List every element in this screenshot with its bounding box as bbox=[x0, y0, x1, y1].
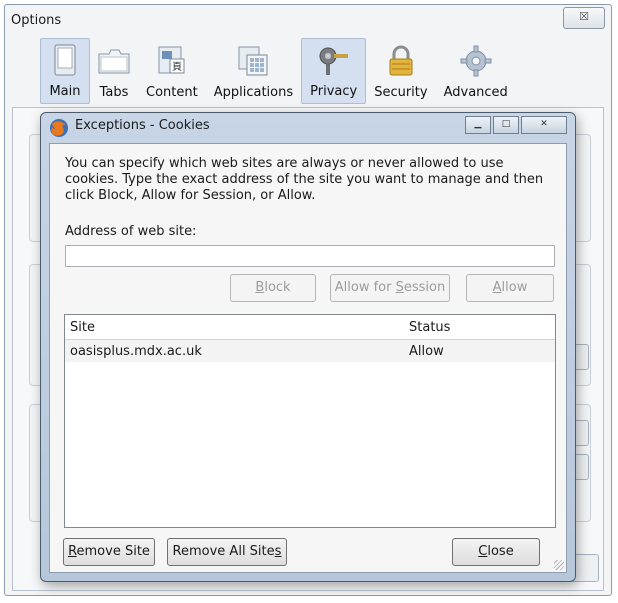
site-cell: oasisplus.mdx.ac.uk bbox=[70, 344, 202, 359]
options-title: Options bbox=[11, 13, 62, 28]
dialog-close-button[interactable]: ✕ bbox=[521, 116, 567, 134]
tab-content[interactable]: 頁 Content bbox=[138, 38, 206, 104]
table-row[interactable]: oasisplus.mdx.ac.uk Allow bbox=[65, 340, 555, 362]
cookie-exceptions-dialog: Exceptions - Cookies ▁ □ ✕ You can speci… bbox=[40, 112, 576, 582]
tab-tabs-label: Tabs bbox=[99, 85, 129, 100]
tab-advanced-label: Advanced bbox=[443, 85, 508, 100]
sites-table[interactable]: Site Status oasisplus.mdx.ac.uk Allow bbox=[64, 314, 556, 528]
tab-applications-label: Applications bbox=[213, 85, 294, 100]
tab-advanced[interactable]: Advanced bbox=[436, 38, 516, 104]
tab-privacy[interactable]: Privacy bbox=[301, 38, 367, 104]
tab-security-label: Security bbox=[374, 85, 428, 100]
privacy-icon bbox=[318, 44, 350, 76]
content-icon: 頁 bbox=[156, 45, 188, 77]
tab-content-label: Content bbox=[146, 85, 198, 100]
status-cell: Allow bbox=[409, 344, 444, 359]
close-icon: ☒ bbox=[579, 10, 589, 23]
tabs-icon bbox=[98, 45, 130, 77]
close-icon: ✕ bbox=[540, 119, 548, 129]
dialog-description: You can specify which web sites are alwa… bbox=[65, 156, 544, 203]
firefox-logo-icon bbox=[49, 118, 69, 138]
maximize-icon: □ bbox=[501, 119, 511, 129]
tab-applications[interactable]: Applications bbox=[206, 38, 301, 104]
maximize-button[interactable]: □ bbox=[493, 116, 519, 134]
resize-grip[interactable] bbox=[554, 560, 564, 570]
column-header-site[interactable]: Site bbox=[70, 320, 95, 335]
minimize-button[interactable]: ▁ bbox=[465, 116, 491, 134]
tab-tabs[interactable]: Tabs bbox=[90, 38, 138, 104]
padlock-icon bbox=[385, 45, 417, 77]
allow-button[interactable]: Allow bbox=[466, 274, 554, 302]
main-window-icon bbox=[49, 44, 81, 76]
tab-privacy-label: Privacy bbox=[310, 84, 358, 99]
remove-site-button[interactable]: Remove Site bbox=[63, 538, 155, 566]
gear-icon bbox=[460, 45, 492, 77]
svg-text:頁: 頁 bbox=[172, 61, 182, 73]
column-header-status[interactable]: Status bbox=[409, 320, 450, 335]
options-close-button[interactable]: ☒ bbox=[563, 7, 605, 29]
address-input[interactable] bbox=[65, 245, 555, 267]
close-button[interactable]: Close bbox=[452, 538, 540, 566]
tab-main[interactable]: Main bbox=[40, 38, 90, 104]
minimize-icon: ▁ bbox=[474, 119, 482, 129]
block-button[interactable]: Block bbox=[230, 274, 316, 302]
allow-for-session-button[interactable]: Allow for Session bbox=[330, 274, 450, 302]
options-toolbar: Main Tabs 頁 Content Applications Privacy bbox=[40, 38, 516, 104]
remove-all-sites-button[interactable]: Remove All Sites bbox=[167, 538, 287, 566]
address-label: Address of web site: bbox=[65, 224, 197, 239]
applications-icon bbox=[237, 45, 269, 77]
dialog-title: Exceptions - Cookies bbox=[75, 118, 210, 133]
dialog-client-area: You can specify which web sites are alwa… bbox=[49, 143, 567, 573]
tab-main-label: Main bbox=[49, 84, 81, 99]
table-header: Site Status bbox=[65, 315, 555, 340]
tab-security[interactable]: Security bbox=[366, 38, 435, 104]
